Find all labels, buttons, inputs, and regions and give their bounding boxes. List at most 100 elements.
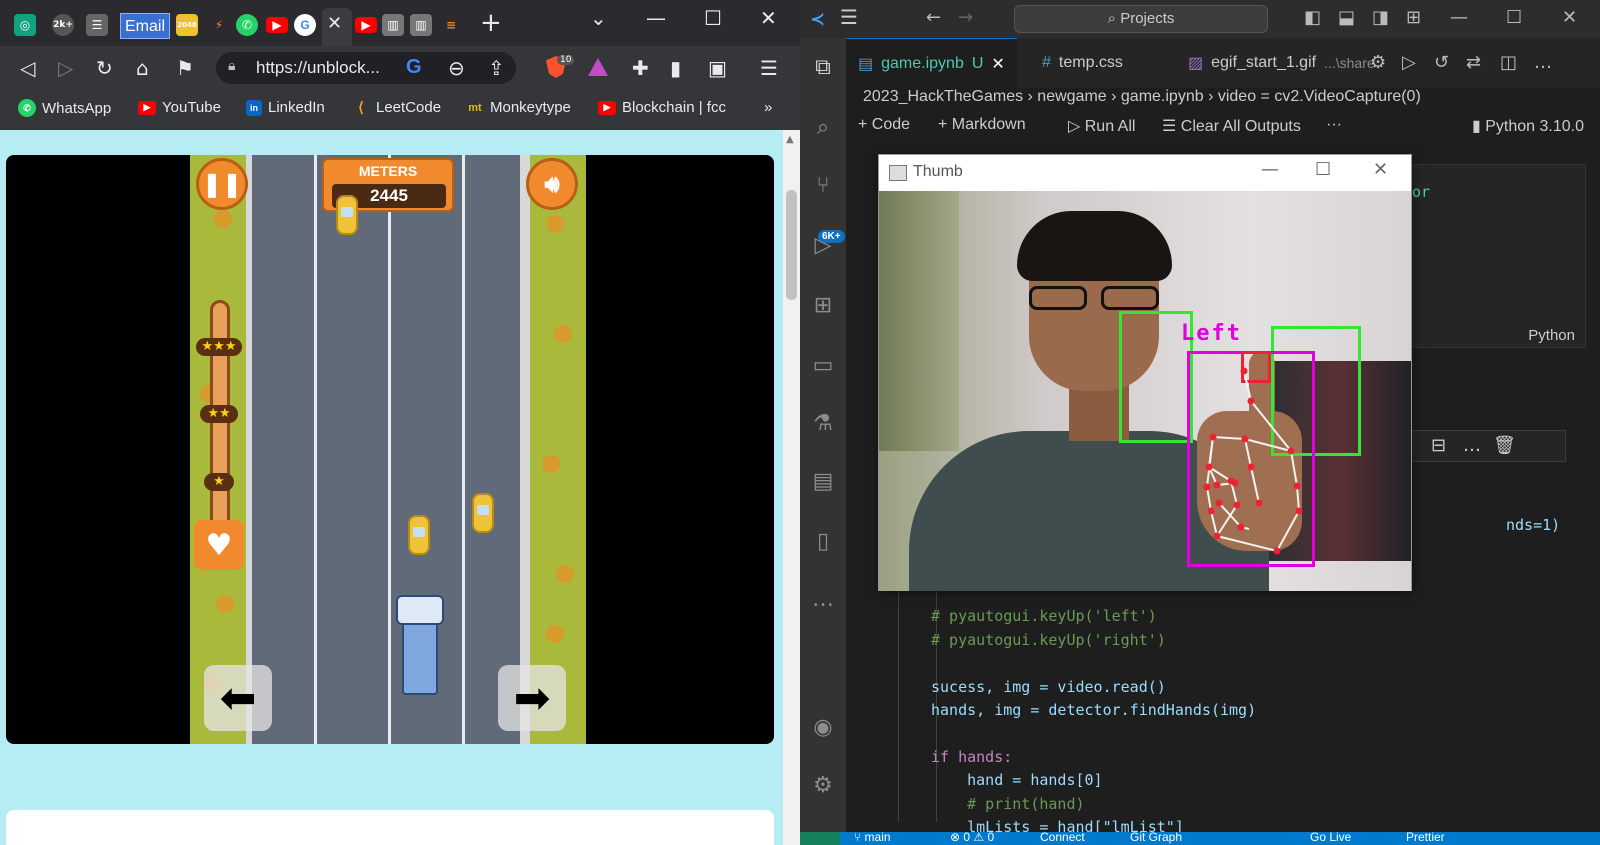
clear-outputs-button[interactable]: ☰ Clear All Outputs (1162, 116, 1301, 136)
stackoverflow-tab-icon[interactable]: ≡ (440, 14, 462, 36)
close-button[interactable]: ✕ (1373, 159, 1388, 180)
bookmark-blockchain[interactable]: ▶ Blockchain | fcc (598, 99, 726, 116)
source-control-icon[interactable]: ⑂ (809, 172, 837, 200)
code-block[interactable]: # pyautogui.keyUp('left') # pyautogui.key… (931, 582, 1256, 845)
more-actions-icon[interactable]: … (1534, 52, 1552, 73)
maximize-button[interactable]: ☐ (1506, 7, 1522, 28)
wallet-icon[interactable]: ▣ (708, 56, 727, 80)
run-all-button[interactable]: ▷ Run All (1068, 116, 1135, 136)
game-canvas[interactable]: ❚❚ METERS 2445 🔊︎ ★★★ ★★ ★ ♥ ⬅ ➡ (6, 155, 774, 744)
command-center-search[interactable]: ⌕ Projects (1014, 5, 1268, 33)
bookmark-linkedin[interactable]: in LinkedIn (246, 99, 325, 116)
sound-button[interactable]: 🔊︎ (526, 158, 578, 210)
back-arrow-icon[interactable]: ← (926, 7, 941, 28)
compare-icon[interactable]: ⇄ (1466, 52, 1481, 73)
explorer-icon[interactable]: ⧉ (809, 54, 837, 82)
maximize-button[interactable]: ☐ (1315, 159, 1331, 180)
run-icon[interactable]: ▷ (1402, 52, 1416, 73)
tab-egif[interactable]: ▨ egif_start_1.gif ...\share (1176, 38, 1387, 88)
thumb-titlebar[interactable]: Thumb — ☐ ✕ (879, 155, 1411, 191)
prettier-status[interactable]: Prettier (1406, 832, 1445, 844)
run-debug-icon[interactable]: ▷ (809, 232, 837, 260)
book-icon[interactable]: ▯ (809, 528, 837, 556)
add-code-button[interactable]: + Code (858, 116, 910, 134)
zoom-icon[interactable]: ⊖ (448, 56, 465, 80)
toggle-secondary-sidebar-icon[interactable]: ◨ (1372, 7, 1389, 28)
remote-indicator[interactable] (800, 832, 840, 845)
forward-button[interactable]: ▷ (58, 56, 73, 80)
forward-arrow-icon[interactable]: → (958, 7, 973, 28)
layout-icon[interactable]: ⊞ (1406, 7, 1421, 28)
remote-explorer-icon[interactable]: ▭ (809, 352, 837, 380)
menu-icon[interactable]: ☰ (840, 5, 858, 29)
problems-status[interactable]: ⊗ 0 ⚠ 0 (950, 832, 994, 844)
home-button[interactable]: ⌂ (136, 56, 149, 80)
pause-button[interactable]: ❚❚ (196, 158, 248, 210)
go-live-status[interactable]: Go Live (1310, 832, 1351, 844)
branch-status[interactable]: ⑂ main (854, 832, 891, 844)
close-tab-icon[interactable]: ✕ (991, 54, 1004, 74)
scroll-up-icon[interactable]: ▲ (786, 134, 794, 145)
more-bookmarks-button[interactable]: » (764, 99, 772, 116)
settings-gear-icon[interactable]: ⚙ (809, 772, 837, 800)
history-icon[interactable]: ↺ (1434, 52, 1449, 73)
extensions-icon[interactable]: ⊞ (809, 292, 837, 320)
delete-cell-icon[interactable]: 🗑︎ (1493, 435, 1516, 456)
maximize-button[interactable]: ☐ (704, 6, 722, 30)
account-icon[interactable]: ◉ (809, 714, 837, 742)
split-editor-icon[interactable]: ◫ (1500, 52, 1517, 73)
reload-button[interactable]: ↻ (96, 56, 113, 80)
add-markdown-button[interactable]: + Markdown (938, 116, 1026, 134)
minimize-button[interactable]: — (1261, 159, 1279, 180)
stack-tab-icon[interactable]: ⚡ (208, 14, 230, 36)
breadcrumb[interactable]: 2023_HackTheGames › newgame › game.ipynb… (846, 88, 1600, 110)
close-window-button[interactable]: ✕ (1562, 7, 1577, 28)
menu-icon[interactable]: ☰ (760, 56, 778, 80)
close-tab-icon[interactable]: ✕ (327, 13, 342, 34)
heart-icon[interactable]: ♥ (194, 520, 244, 570)
bookmark-leetcode[interactable]: ⟨ LeetCode (352, 99, 441, 116)
tab-temp-css[interactable]: # temp.css (1030, 38, 1135, 88)
back-button[interactable]: ◁ (20, 56, 35, 80)
tab-game-ipynb[interactable]: ▤ game.ipynb U ✕ (846, 38, 1017, 88)
thumb-window[interactable]: Thumb — ☐ ✕ Left (878, 154, 1412, 591)
kernel-picker[interactable]: ▮ Python 3.10.0 (1472, 116, 1584, 136)
reader-tab-icon[interactable]: ▥ (410, 14, 432, 36)
right-arrow-button[interactable]: ➡ (498, 665, 566, 731)
google-tab-icon[interactable]: G (294, 14, 316, 36)
reader-tab-icon[interactable]: ▥ (382, 14, 404, 36)
page-scrollbar[interactable]: ▲ (783, 130, 800, 845)
bookmark-whatsapp[interactable]: ✆ WhatsApp (18, 99, 111, 117)
bookmark-monkeytype[interactable]: mt Monkeytype (466, 99, 571, 116)
tab-search-icon[interactable]: ⌄ (590, 6, 607, 30)
split-cell-icon[interactable]: ⊟ (1431, 435, 1446, 456)
git-graph-status[interactable]: Git Graph (1130, 832, 1182, 844)
whatsapp-tab-icon[interactable]: ✆ (236, 14, 258, 36)
list-tab-icon[interactable]: ☰ (86, 14, 108, 36)
close-window-button[interactable]: ✕ (760, 6, 777, 30)
connect-status[interactable]: Connect (1040, 832, 1085, 844)
code-cell[interactable]: tor Python (1386, 164, 1586, 348)
scroll-thumb[interactable] (786, 190, 797, 300)
extensions-icon[interactable]: ✚ (632, 56, 649, 80)
google-lens-icon[interactable]: G (406, 56, 422, 79)
toggle-panel-icon[interactable]: ⬓ (1338, 7, 1355, 28)
toggle-sidebar-icon[interactable]: ◧ (1304, 7, 1321, 28)
youtube-tab-icon[interactable]: ▶ (355, 17, 377, 33)
chatgpt-tab-icon[interactable]: ◎ (14, 14, 36, 36)
more-icon[interactable]: … (809, 586, 837, 614)
more-icon[interactable]: … (1463, 435, 1481, 456)
minimize-button[interactable]: — (1450, 7, 1468, 28)
search-icon[interactable]: ⌕ (809, 114, 837, 142)
bookmark-icon[interactable]: ⚑ (176, 56, 194, 80)
left-arrow-button[interactable]: ⬅ (204, 665, 272, 731)
minimize-button[interactable]: — (646, 6, 666, 30)
more-toolbar-button[interactable]: ··· (1326, 116, 1342, 134)
bookmark-youtube[interactable]: ▶ YouTube (138, 99, 221, 116)
share-icon[interactable]: ⇪ (488, 56, 505, 80)
brave-rewards-icon[interactable] (588, 58, 608, 76)
email-tab[interactable]: Email (120, 13, 171, 39)
address-bar[interactable]: 🔒︎ https://unblock... G (216, 52, 516, 84)
sidebar-icon[interactable]: ▮ (670, 56, 681, 80)
2k-tab-icon[interactable]: 2k+ (52, 14, 74, 36)
